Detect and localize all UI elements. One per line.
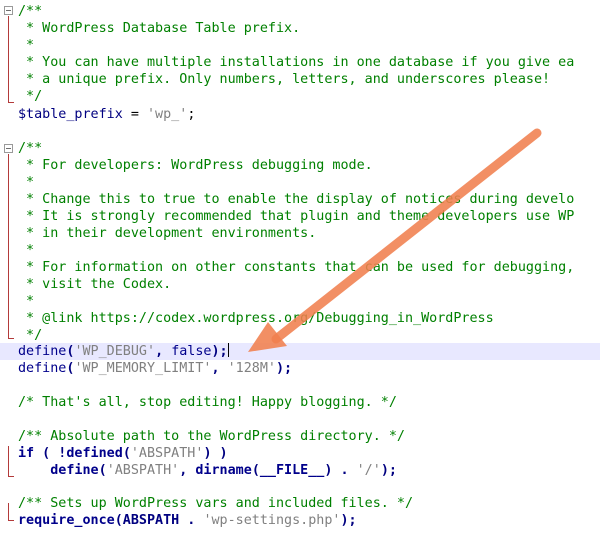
annotation-arrow [248, 128, 542, 352]
annotation-arrow-shape [248, 128, 542, 352]
code-editor[interactable]: /** * WordPress Database Table prefix. *… [0, 0, 600, 535]
